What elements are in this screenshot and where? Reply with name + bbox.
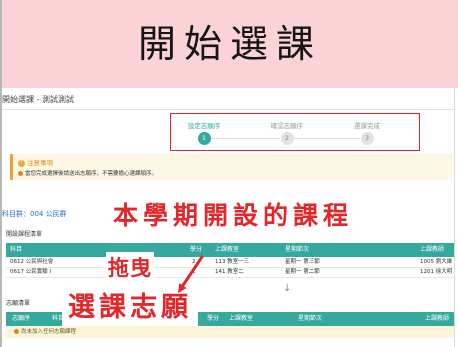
- wishlist-title: 志願清單: [6, 300, 31, 307]
- page-title: 開始選課 - 測試測試: [2, 95, 74, 104]
- divider: [2, 109, 454, 110]
- course-row[interactable]: 0617 公民實驗 I 2 141 教室二 星期一 第二節 1201 徐大明: [6, 268, 454, 278]
- cell-subject: 0617 公民實驗 I: [10, 269, 52, 275]
- cell-credits: 2: [192, 269, 196, 275]
- header-room: 上課教室: [215, 246, 240, 253]
- offered-table-header: 科目 學分 上課教室 星期節次 上課教師: [6, 243, 454, 257]
- header-subject: 科目: [10, 246, 23, 253]
- cell-room: 113 教室一三: [215, 259, 250, 265]
- header-teacher: 上課教師: [425, 315, 450, 322]
- header-teacher: 上課教師: [420, 246, 445, 253]
- slide-title: 開始選課: [137, 22, 322, 66]
- wishlist-empty-text: 尚未加入任何志願課程: [14, 326, 76, 338]
- header-credits: 學分: [190, 246, 203, 253]
- offered-table: 科目 學分 上課教室 星期節次 上課教師 0612 公民與社會 2 113 教室…: [6, 243, 454, 278]
- cell-room: 141 教室二: [215, 269, 244, 275]
- annotation-wishlist: 選課志願: [62, 290, 198, 326]
- step-label-confirm-order: 確認志願序: [270, 122, 304, 130]
- step-label-complete: 選課完成: [354, 122, 380, 130]
- arrow-down-icon: ↓: [283, 283, 292, 294]
- subject-group: 科目群：004 公民群: [2, 210, 67, 218]
- step-label-set-order: 設定志願序: [187, 122, 221, 130]
- cell-credits: 2: [192, 259, 196, 265]
- header-time: 星期節次: [298, 315, 323, 322]
- cell-subject: 0612 公民與社會: [10, 259, 54, 265]
- offered-list-title: 開設課程清單: [6, 231, 43, 238]
- cell-time: 星期一 第三節: [285, 259, 320, 265]
- course-row[interactable]: 0612 公民與社會 2 113 教室一三 星期一 第三節 1005 劉大維: [6, 258, 454, 268]
- notice-text-content: 當您完成選擇後請送出志願序，不需要擔心選課順序。: [25, 171, 158, 177]
- step-circle-3: 3: [360, 132, 374, 145]
- header-order: 志願序: [12, 315, 31, 322]
- alert-circle-icon: !: [18, 159, 25, 167]
- cell-teacher: 1201 徐大明: [420, 269, 453, 275]
- header-time: 星期節次: [285, 246, 310, 253]
- notice-box: ! 注意事項 當您完成選擇後請送出志願序，不需要擔心選課順序。: [10, 154, 452, 180]
- notice-title-text: 注意事項: [27, 159, 53, 167]
- wishlist-drop-zone[interactable]: 尚未加入任何志願課程: [6, 326, 454, 338]
- step-connector: [211, 138, 280, 139]
- header-credits: 學分: [207, 315, 220, 322]
- slide: 開始選課 開始選課 - 測試測試 設定志願序 1 確認志願序 2 選課完成 3 …: [0, 0, 458, 347]
- cell-time: 星期一 第二節: [285, 269, 320, 275]
- step-circle-2: 2: [280, 132, 294, 145]
- annotation-offered-courses: 本學期開設的課程: [102, 199, 364, 233]
- steps-progress: 設定志願序 1 確認志願序 2 選課完成 3: [170, 113, 420, 151]
- step-connector: [294, 138, 360, 139]
- header-room: 上課教室: [229, 315, 254, 322]
- wishlist-empty-label: 尚未加入任何志願課程: [21, 329, 77, 335]
- annotation-drag: 拖曳: [106, 252, 154, 283]
- step-circle-1: 1: [197, 132, 211, 145]
- bullet-icon: [18, 171, 23, 176]
- notice-title: ! 注意事項: [18, 157, 53, 167]
- notice-text: 當您完成選擇後請送出志願序，不需要擔心選課順序。: [18, 169, 157, 177]
- cell-teacher: 1005 劉大維: [420, 259, 453, 265]
- bullet-icon: [14, 329, 19, 334]
